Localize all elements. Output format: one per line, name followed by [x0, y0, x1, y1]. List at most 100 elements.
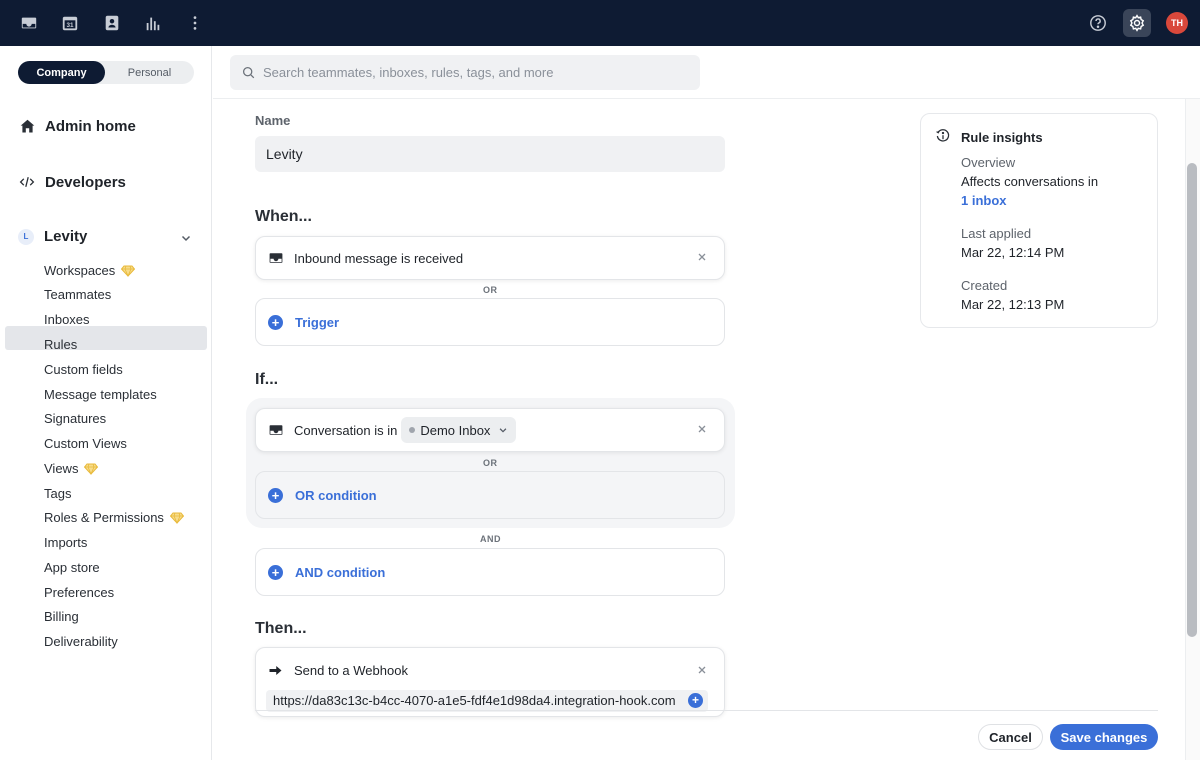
sidebar-item-label: Preferences: [44, 585, 115, 600]
company-tab[interactable]: Company: [18, 61, 105, 84]
sidebar-item-custom-views[interactable]: Custom Views: [44, 436, 127, 451]
inbox-icon: [268, 250, 284, 266]
webhook-url-input[interactable]: https://da83c13c-b4cc-4070-a1e5-fdf4e1d9…: [266, 690, 708, 712]
chevron-down-icon: [500, 428, 507, 433]
search-input[interactable]: Search teammates, inboxes, rules, tags, …: [230, 55, 700, 90]
contacts-icon[interactable]: [100, 11, 124, 35]
help-icon[interactable]: [1087, 12, 1109, 34]
sidebar-item-label: App store: [44, 560, 100, 575]
sidebar-item-message-templates[interactable]: Message templates: [44, 387, 157, 402]
action-card[interactable]: Send to a Webhook https://da83c13c-b4cc-…: [255, 647, 725, 717]
created-label: Created: [961, 278, 1008, 293]
cancel-button[interactable]: Cancel: [978, 724, 1043, 750]
close-icon[interactable]: [696, 251, 708, 263]
sidebar-item-signatures[interactable]: Signatures: [44, 411, 106, 426]
sidebar-item-label: Imports: [44, 535, 88, 550]
sidebar-item-label: Views: [44, 461, 79, 476]
overview-label: Overview: [961, 155, 1016, 170]
rule-name-input[interactable]: Levity: [255, 136, 725, 172]
sidebar-item-tags[interactable]: Tags: [44, 486, 71, 501]
plus-icon: +: [268, 487, 283, 503]
sidebar-item-rules[interactable]: Rules: [44, 337, 77, 352]
sidebar-item-deliverability[interactable]: Deliverability: [44, 634, 118, 649]
plus-icon: +: [268, 314, 283, 330]
user-avatar[interactable]: TH: [1166, 12, 1188, 34]
premium-gem-icon: [169, 512, 184, 524]
sidebar-item-label: Rules: [44, 337, 78, 352]
overview-inbox-link[interactable]: 1 inbox: [961, 193, 1007, 208]
premium-gem-icon: [121, 265, 136, 277]
close-icon[interactable]: [696, 423, 708, 435]
last-applied-label: Last applied: [961, 226, 1032, 241]
premium-gem-icon: [84, 463, 99, 475]
developers-link[interactable]: Developers: [18, 173, 126, 191]
sidebar-item-label: Deliverability: [44, 634, 118, 649]
add-trigger-label: Trigger: [295, 314, 340, 330]
calendar-icon[interactable]: 31: [58, 11, 82, 35]
personal-tab[interactable]: Personal: [105, 61, 194, 84]
sidebar-item-workspaces[interactable]: Workspaces: [44, 263, 136, 278]
trigger-condition-card[interactable]: Inbound message is received: [255, 236, 725, 280]
top-bar: 31 TH: [0, 0, 1200, 46]
chevron-down-icon[interactable]: [180, 232, 192, 244]
more-icon[interactable]: [183, 11, 207, 35]
add-and-condition-label: AND condition: [295, 564, 386, 580]
sidebar-item-label: Custom Views: [44, 436, 127, 451]
overview-text: Affects conversations in: [961, 174, 1099, 189]
sidebar-item-label: Billing: [44, 609, 79, 624]
add-and-condition-button[interactable]: + AND condition: [255, 548, 725, 596]
header-divider: [213, 98, 1200, 99]
settings-gear-icon[interactable]: [1123, 9, 1151, 37]
sidebar-item-teammates[interactable]: Teammates: [44, 287, 111, 302]
workspace-name: Levity: [44, 228, 88, 245]
sidebar-item-label: Roles & Permissions: [44, 510, 164, 525]
sidebar-item-label: Custom fields: [44, 362, 123, 377]
add-or-condition-label: OR condition: [295, 487, 377, 503]
sidebar-item-imports[interactable]: Imports: [44, 535, 87, 550]
or-separator: OR: [483, 285, 498, 295]
insights-title: Rule insights: [961, 130, 1043, 145]
analytics-icon[interactable]: [141, 11, 165, 35]
search-icon: [242, 66, 255, 79]
when-heading: When...: [255, 208, 312, 225]
sidebar-item-label: Tags: [44, 486, 72, 501]
calendar-day-text: 31: [66, 22, 74, 29]
trigger-condition-text: Inbound message is received: [294, 250, 464, 266]
footer-divider: [255, 710, 1158, 711]
workspace-levity[interactable]: L Levity: [18, 228, 87, 245]
close-icon[interactable]: [696, 664, 708, 676]
sidebar-item-label: Teammates: [44, 287, 112, 302]
inbox-icon: [268, 422, 284, 438]
home-icon: [18, 117, 36, 135]
sidebar-item-app-store[interactable]: App store: [44, 560, 100, 575]
add-trigger-button[interactable]: + Trigger: [255, 298, 725, 346]
inbox-icon[interactable]: [17, 11, 41, 35]
save-changes-button[interactable]: Save changes: [1050, 724, 1158, 750]
search-placeholder: Search teammates, inboxes, rules, tags, …: [263, 65, 554, 80]
sidebar-item-roles-permissions[interactable]: Roles & Permissions: [44, 510, 184, 525]
scrollbar-thumb[interactable]: [1187, 163, 1197, 637]
created-value: Mar 22, 12:13 PM: [961, 297, 1065, 312]
sidebar-item-billing[interactable]: Billing: [44, 609, 79, 624]
sidebar-item-label: Inboxes: [44, 312, 90, 327]
workspace-badge: L: [18, 228, 34, 245]
sidebar-item-label: Message templates: [44, 387, 157, 402]
if-condition-text: Conversation is in: [294, 422, 398, 438]
sidebar-item-custom-fields[interactable]: Custom fields: [44, 362, 123, 377]
add-or-condition-button[interactable]: + OR condition: [255, 471, 725, 519]
arrow-right-icon: [268, 662, 284, 678]
sidebar-item-preferences[interactable]: Preferences: [44, 585, 114, 600]
inbox-select[interactable]: Demo Inbox: [401, 417, 517, 443]
sidebar-item-inboxes[interactable]: Inboxes: [44, 312, 90, 327]
active-item-highlight: [5, 326, 207, 350]
or-separator: OR: [483, 458, 498, 468]
code-icon: [18, 173, 36, 191]
insert-variable-plus-icon[interactable]: +: [688, 693, 703, 708]
plus-icon: +: [268, 564, 283, 580]
then-heading: Then...: [255, 620, 307, 637]
admin-home-link[interactable]: Admin home: [18, 117, 136, 135]
sidebar-item-views[interactable]: Views: [44, 461, 99, 476]
if-condition-card[interactable]: Conversation is in Demo Inbox: [255, 408, 725, 452]
action-text: Send to a Webhook: [294, 662, 408, 678]
action-row: Send to a Webhook: [268, 662, 408, 678]
